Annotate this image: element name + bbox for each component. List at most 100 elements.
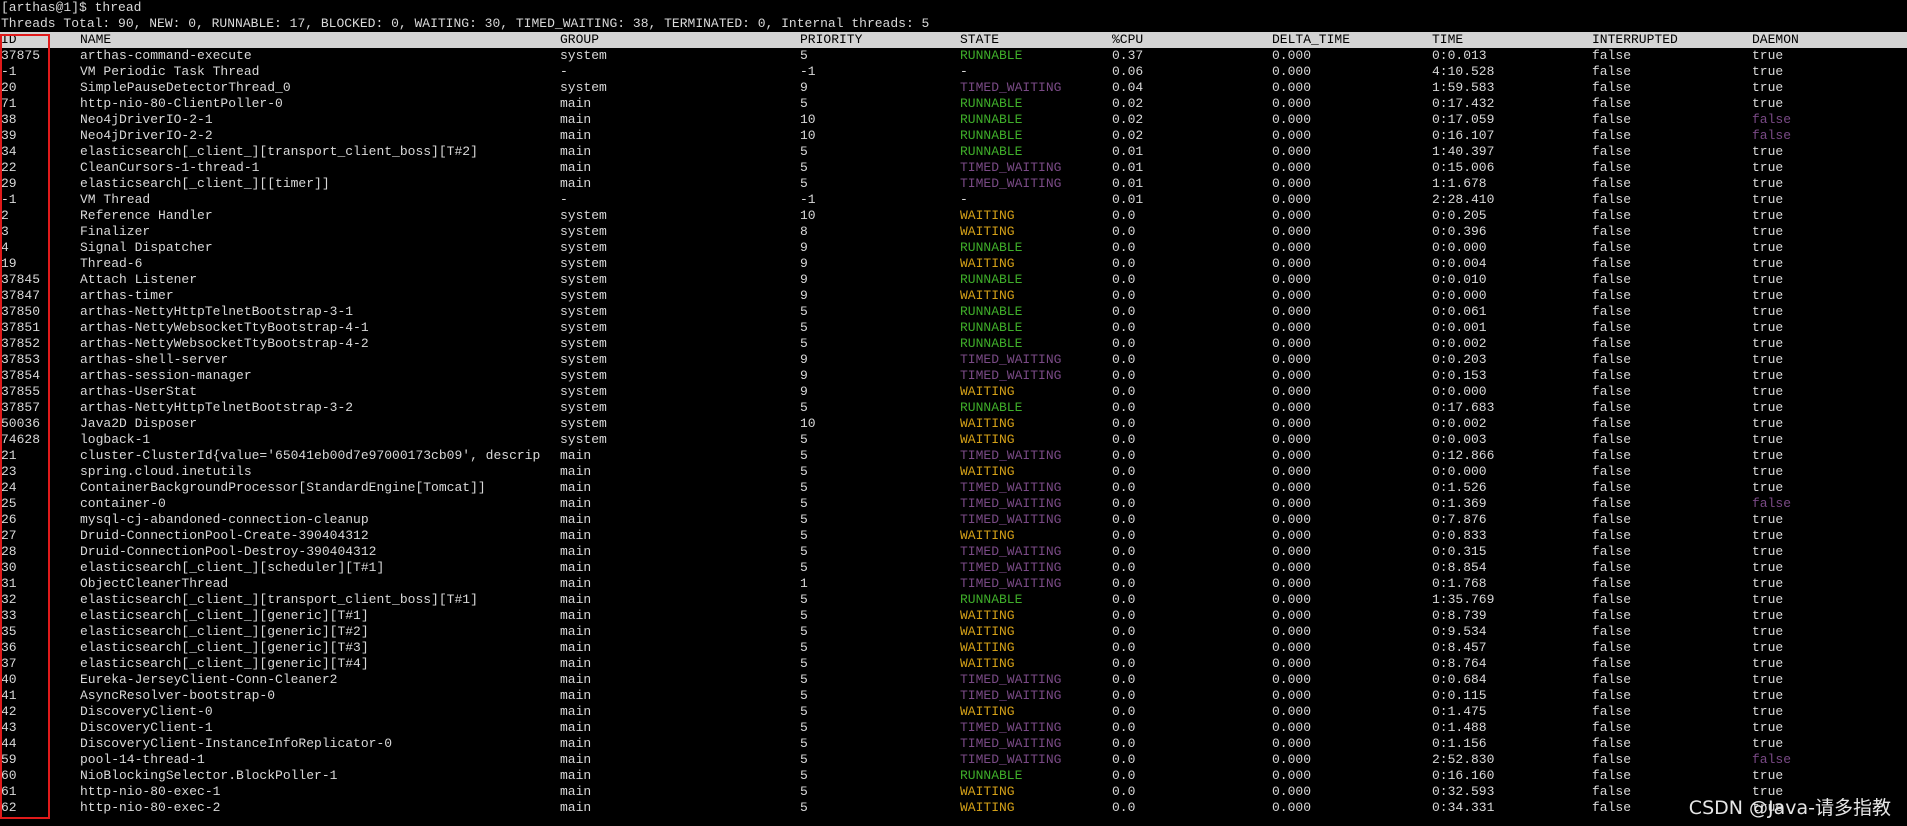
thread-name: Attach Listener <box>80 272 198 287</box>
thread-group: system <box>560 384 607 399</box>
table-row: 32 elasticsearch[_client_][transport_clie… <box>0 592 1907 608</box>
thread-cpu: 0.0 <box>1112 400 1136 415</box>
thread-time: 0:0.002 <box>1432 416 1487 431</box>
thread-delta-time: 0.000 <box>1272 240 1312 255</box>
thread-daemon: true <box>1752 384 1784 399</box>
thread-time: 0:0.013 <box>1432 48 1487 63</box>
thread-delta-time: 0.000 <box>1272 368 1312 383</box>
table-row: 35 elasticsearch[_client_][generic][T#2] m… <box>0 624 1907 640</box>
thread-priority: 5 <box>800 160 808 175</box>
thread-cpu: 0.0 <box>1112 208 1136 223</box>
thread-state: TIMED_WAITING <box>960 160 1062 175</box>
header-priority: PRIORITY <box>800 32 863 47</box>
thread-interrupted: false <box>1592 656 1632 671</box>
thread-daemon: true <box>1752 592 1784 607</box>
thread-daemon: true <box>1752 64 1784 79</box>
header-delta-time: DELTA_TIME <box>1272 32 1351 47</box>
thread-priority: 5 <box>800 720 808 735</box>
header-daemon: DAEMON <box>1752 32 1799 47</box>
thread-delta-time: 0.000 <box>1272 208 1312 223</box>
thread-interrupted: false <box>1592 176 1632 191</box>
thread-priority: 5 <box>800 432 808 447</box>
thread-delta-time: 0.000 <box>1272 528 1312 543</box>
thread-cpu: 0.02 <box>1112 128 1144 143</box>
thread-time: 0:16.160 <box>1432 768 1495 783</box>
thread-time: 2:52.830 <box>1432 752 1495 767</box>
thread-id: 41 <box>1 688 17 703</box>
thread-priority: 5 <box>800 320 808 335</box>
thread-priority: 9 <box>800 80 808 95</box>
thread-time: 0:0.061 <box>1432 304 1487 319</box>
thread-state: TIMED_WAITING <box>960 512 1062 527</box>
thread-priority: 9 <box>800 352 808 367</box>
thread-interrupted: false <box>1592 704 1632 719</box>
thread-state: WAITING <box>960 256 1015 271</box>
thread-priority: 5 <box>800 464 808 479</box>
thread-id: 35 <box>1 624 17 639</box>
thread-name: elasticsearch[_client_][transport_client… <box>80 144 478 159</box>
thread-state: TIMED_WAITING <box>960 576 1062 591</box>
thread-priority: 5 <box>800 144 808 159</box>
thread-time: 0:0.205 <box>1432 208 1487 223</box>
thread-time: 0:0.315 <box>1432 544 1487 559</box>
thread-name: Eureka-JerseyClient-Conn-Cleaner2 <box>80 672 338 687</box>
table-row: 25 container-0 main 5 TIMED_WAITING 0.0 0.000 0… <box>0 496 1907 512</box>
thread-daemon: false <box>1752 128 1792 143</box>
terminal-window[interactable]: [arthas@1]$ thread Threads Total: 90, NE… <box>0 0 1907 816</box>
thread-cpu: 0.0 <box>1112 608 1136 623</box>
thread-priority: 9 <box>800 368 808 383</box>
thread-interrupted: false <box>1592 256 1632 271</box>
thread-interrupted: false <box>1592 288 1632 303</box>
thread-group: main <box>560 704 592 719</box>
thread-name: arthas-session-manager <box>80 368 252 383</box>
thread-group: system <box>560 224 607 239</box>
thread-cpu: 0.0 <box>1112 416 1136 431</box>
thread-priority: -1 <box>800 192 816 207</box>
thread-priority: 5 <box>800 800 808 815</box>
thread-state: RUNNABLE <box>960 304 1023 319</box>
thread-daemon: true <box>1752 432 1784 447</box>
thread-delta-time: 0.000 <box>1272 272 1312 287</box>
thread-state: RUNNABLE <box>960 336 1023 351</box>
thread-interrupted: false <box>1592 480 1632 495</box>
thread-priority: 5 <box>800 704 808 719</box>
thread-id: 50036 <box>1 416 41 431</box>
thread-time: 0:17.683 <box>1432 400 1495 415</box>
thread-group: main <box>560 544 592 559</box>
thread-name: arthas-NettyWebsocketTtyBootstrap-4-2 <box>80 336 369 351</box>
thread-cpu: 0.04 <box>1112 80 1144 95</box>
thread-time: 0:7.876 <box>1432 512 1487 527</box>
thread-daemon: true <box>1752 544 1784 559</box>
thread-priority: 9 <box>800 240 808 255</box>
thread-delta-time: 0.000 <box>1272 480 1312 495</box>
thread-name: SimplePauseDetectorThread_0 <box>80 80 291 95</box>
thread-time: 0:32.593 <box>1432 784 1495 799</box>
thread-interrupted: false <box>1592 576 1632 591</box>
table-row: 37852 arthas-NettyWebsocketTtyBootstrap-4… <box>0 336 1907 352</box>
thread-name: Neo4jDriverIO-2-2 <box>80 128 213 143</box>
thread-cpu: 0.0 <box>1112 384 1136 399</box>
thread-time: 0:0.001 <box>1432 320 1487 335</box>
thread-delta-time: 0.000 <box>1272 656 1312 671</box>
thread-id: 37 <box>1 656 17 671</box>
table-row: 38 Neo4jDriverIO-2-1 main 10 RUNNABLE 0.02 0.0… <box>0 112 1907 128</box>
thread-name: container-0 <box>80 496 166 511</box>
thread-delta-time: 0.000 <box>1272 800 1312 815</box>
thread-name: NioBlockingSelector.BlockPoller-1 <box>80 768 338 783</box>
thread-daemon: false <box>1752 496 1792 511</box>
thread-id: 21 <box>1 448 17 463</box>
thread-name: ObjectCleanerThread <box>80 576 229 591</box>
thread-cpu: 0.0 <box>1112 320 1136 335</box>
thread-cpu: 0.06 <box>1112 64 1144 79</box>
table-row: 37845 Attach Listener system 9 RUNNABLE 0.0 0.… <box>0 272 1907 288</box>
thread-name: ContainerBackgroundProcessor[StandardEng… <box>80 480 486 495</box>
thread-delta-time: 0.000 <box>1272 160 1312 175</box>
thread-name: elasticsearch[_client_][generic][T#4] <box>80 656 369 671</box>
thread-time: 0:1.369 <box>1432 496 1487 511</box>
thread-state: TIMED_WAITING <box>960 736 1062 751</box>
thread-delta-time: 0.000 <box>1272 784 1312 799</box>
thread-name: elasticsearch[_client_][generic][T#2] <box>80 624 369 639</box>
thread-priority: 5 <box>800 96 808 111</box>
thread-group: main <box>560 576 592 591</box>
thread-priority: 5 <box>800 544 808 559</box>
